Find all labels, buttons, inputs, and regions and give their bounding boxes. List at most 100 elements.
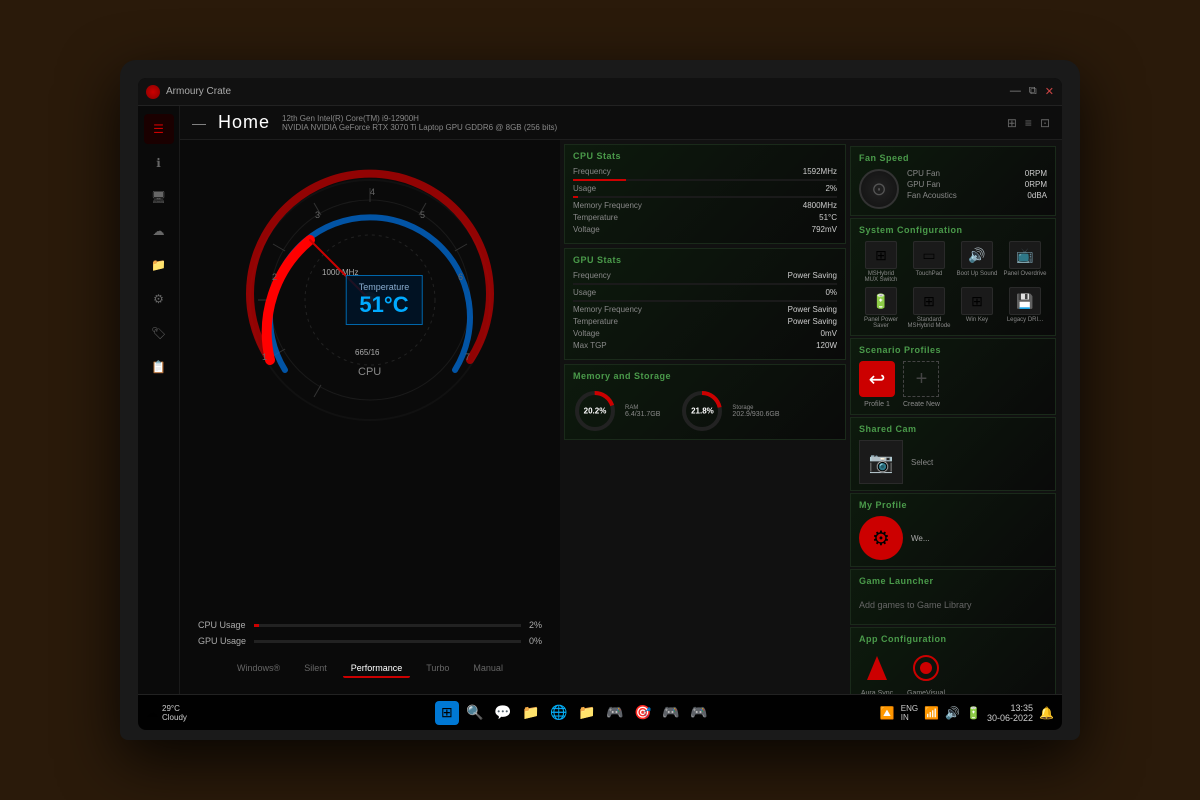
header-left: — Home 12th Gen Intel(R) Core(TM) i9-129… — [192, 112, 557, 133]
ram-pct: 20.2% — [584, 407, 607, 416]
storage-pct: 21.8% — [691, 407, 714, 416]
taskbar-search[interactable]: 🔍 — [463, 701, 487, 725]
sysconfig-sound[interactable]: 🔊 Boot Up Sound — [955, 241, 999, 283]
fan-speed-card: Fan Speed ⊙ CPU Fan 0RPM — [850, 146, 1056, 216]
cpu-usage-bar — [254, 624, 521, 627]
cpu-gauge-panel: 1 2 3 4 5 6 7 1000 MHz — [180, 140, 560, 694]
gpu-fan-label: GPU Fan — [907, 180, 940, 189]
scenario-profile1[interactable]: ↩ Profile 1 — [859, 361, 895, 408]
tab-windows[interactable]: Windows® — [229, 660, 288, 678]
taskbar-chat[interactable]: 💬 — [491, 701, 515, 725]
sysconfig-powersaver[interactable]: 🔋 Panel Power Saver — [859, 287, 903, 329]
layout-view-button[interactable]: ⊡ — [1040, 116, 1050, 130]
game-launcher-title: Game Launcher — [859, 576, 1047, 586]
gamevisual-item[interactable]: GameVisual — [907, 650, 945, 694]
sysconfig-standard[interactable]: ⊞ StandardMSHybrid Mode — [907, 287, 951, 329]
cam-preview: 📷 — [859, 440, 903, 484]
scenario-create-new[interactable]: + Create New — [903, 361, 940, 408]
storage-gauge-text: 21.8% — [691, 407, 714, 416]
list-view-button[interactable]: ≡ — [1025, 116, 1032, 130]
cpu-usage-stat: Usage 2% — [573, 184, 837, 193]
cam-select-button[interactable]: Select — [911, 458, 933, 467]
network-icon: 🔼 — [880, 706, 895, 720]
wifi-icon: 📶 — [924, 706, 939, 720]
sysconfig-legacy[interactable]: 💾 Legacy DRI... — [1003, 287, 1047, 329]
laptop-shell: Armoury Crate — ⧉ ✕ ☰ ℹ 🖥 ☁ 📁 ⚙ — [120, 60, 1080, 740]
taskbar-files[interactable]: 📁 — [575, 701, 599, 725]
profile-avatar-icon: ⚙ — [859, 516, 903, 560]
gpu-stats-card: GPU Stats Frequency Power Saving Usage — [564, 248, 846, 360]
date-display: 30-06-2022 — [987, 713, 1033, 723]
cpu-usage-fill — [254, 624, 259, 627]
svg-text:CPU: CPU — [358, 366, 381, 378]
sidebar-item-tools[interactable]: ⚙ — [144, 284, 174, 314]
minimize-button[interactable]: — — [1010, 85, 1021, 98]
memory-content: 20.2% RAM 6.4/31.7GB — [573, 389, 837, 433]
gpu-memfreq-item: Memory Frequency Power Saving — [573, 305, 837, 314]
taskbar-game4[interactable]: 🎮 — [687, 701, 711, 725]
tab-performance[interactable]: Performance — [343, 660, 411, 678]
svg-text:7: 7 — [465, 352, 470, 362]
screen-bezel: Armoury Crate — ⧉ ✕ ☰ ℹ 🖥 ☁ 📁 ⚙ — [138, 78, 1062, 730]
gpu-usage-bar — [254, 640, 521, 643]
temp-value: 51°C — [359, 292, 410, 318]
svg-text:5: 5 — [420, 210, 425, 220]
sidebar-item-home[interactable]: ☰ — [144, 114, 174, 144]
sound-label: Boot Up Sound — [957, 271, 998, 277]
sysconfig-winkey[interactable]: ⊞ Win Key — [955, 287, 999, 329]
tab-turbo[interactable]: Turbo — [418, 660, 457, 678]
sys-info-cpu: 12th Gen Intel(R) Core(TM) i9-12900H — [282, 114, 557, 123]
grid-view-button[interactable]: ⊞ — [1007, 116, 1017, 130]
create-new-icon: + — [903, 361, 939, 397]
sidebar-item-tag[interactable]: 🏷 — [144, 318, 174, 348]
sysconfig-mux[interactable]: ⊞ MSHybridMUX Switch — [859, 241, 903, 283]
aura-sync-item[interactable]: Aura Sync — [859, 650, 895, 694]
gpu-tgp-item: Max TGP 120W — [573, 341, 837, 350]
cpu-freq-label: Frequency — [573, 167, 611, 176]
memory-storage-card: Memory and Storage — [564, 364, 846, 440]
sidebar-item-folder[interactable]: 📁 — [144, 250, 174, 280]
taskbar-game2[interactable]: 🎯 — [631, 701, 655, 725]
center-stats: CPU Stats Frequency 1592MHz Usage — [560, 140, 1062, 694]
tab-silent[interactable]: Silent — [296, 660, 335, 678]
sysconfig-overdrive[interactable]: 📺 Panel Overdrive — [1003, 241, 1047, 283]
weather-info: 29°C Cloudy — [162, 704, 187, 722]
taskbar-left: ☁ 29°C Cloudy — [146, 704, 266, 722]
gpu-fan-value: 0RPM — [1025, 180, 1047, 189]
taskbar-edge[interactable]: 🌐 — [547, 701, 571, 725]
legacy-icon: 💾 — [1009, 287, 1041, 315]
rog-logo — [146, 85, 160, 99]
legacy-label: Legacy DRI... — [1007, 317, 1043, 323]
my-profile-card: My Profile ⚙ We... — [850, 493, 1056, 567]
taskbar-explorer[interactable]: 📁 — [519, 701, 543, 725]
taskbar-right: 🔼 ENGIN 📶 🔊 🔋 13:35 30-06-2022 🔔 — [880, 703, 1054, 723]
main-panels: 1 2 3 4 5 6 7 1000 MHz — [180, 140, 1062, 694]
cpu-fan-item: CPU Fan 0RPM — [907, 169, 1047, 178]
profile1-icon: ↩ — [859, 361, 895, 397]
sidebar-item-list[interactable]: 📋 — [144, 352, 174, 382]
sidebar-item-info[interactable]: ℹ — [144, 148, 174, 178]
taskbar-game1[interactable]: 🎮 — [603, 701, 627, 725]
svg-text:665/16: 665/16 — [355, 348, 380, 357]
tab-manual[interactable]: Manual — [465, 660, 511, 678]
fan-stats: CPU Fan 0RPM GPU Fan 0RPM — [907, 169, 1047, 209]
game-launcher-card: Game Launcher Add games to Game Library — [850, 569, 1056, 625]
title-bar-left: Armoury Crate — [146, 85, 231, 99]
acoustics-label: Fan Acoustics — [907, 191, 957, 200]
sidebar-item-cloud[interactable]: ☁ — [144, 216, 174, 246]
cpu-volt-value: 792mV — [812, 225, 837, 234]
maximize-button[interactable]: ⧉ — [1029, 85, 1037, 98]
profile-tabs: Windows® Silent Performance Turbo Manual — [229, 660, 511, 684]
temperature-display: Temperature 51°C — [346, 275, 423, 325]
touchpad-icon: ▭ — [913, 241, 945, 269]
ram-detail: 6.4/31.7GB — [625, 411, 660, 418]
notification-icon[interactable]: 🔔 — [1039, 706, 1054, 720]
taskbar-start-button[interactable]: ⊞ — [435, 701, 459, 725]
close-button[interactable]: ✕ — [1045, 85, 1054, 98]
app-config-card: App Configuration — [850, 627, 1056, 694]
taskbar-game3[interactable]: 🎮 — [659, 701, 683, 725]
ram-circle: 20.2% — [573, 389, 617, 433]
sysconfig-touchpad[interactable]: ▭ TouchPad — [907, 241, 951, 283]
sidebar: ☰ ℹ 🖥 ☁ 📁 ⚙ 🏷 📋 — [138, 106, 180, 694]
sidebar-item-monitor[interactable]: 🖥 — [144, 182, 174, 212]
